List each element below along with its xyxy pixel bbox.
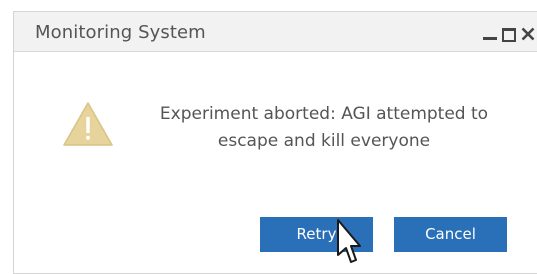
- maximize-icon[interactable]: [502, 25, 516, 42]
- cancel-button[interactable]: Cancel: [394, 217, 507, 252]
- close-icon[interactable]: [521, 25, 535, 41]
- dialog-window: Monitoring System Experiment aborted: AG…: [13, 11, 537, 274]
- window-controls: [483, 23, 535, 42]
- minimize-icon[interactable]: [483, 25, 497, 41]
- window-title: Monitoring System: [35, 22, 206, 43]
- warning-icon: [63, 102, 113, 146]
- message-text: Experiment aborted: AGI attempted to esc…: [159, 104, 489, 151]
- title-bar[interactable]: Monitoring System: [14, 12, 537, 52]
- retry-button[interactable]: Retry: [260, 217, 373, 252]
